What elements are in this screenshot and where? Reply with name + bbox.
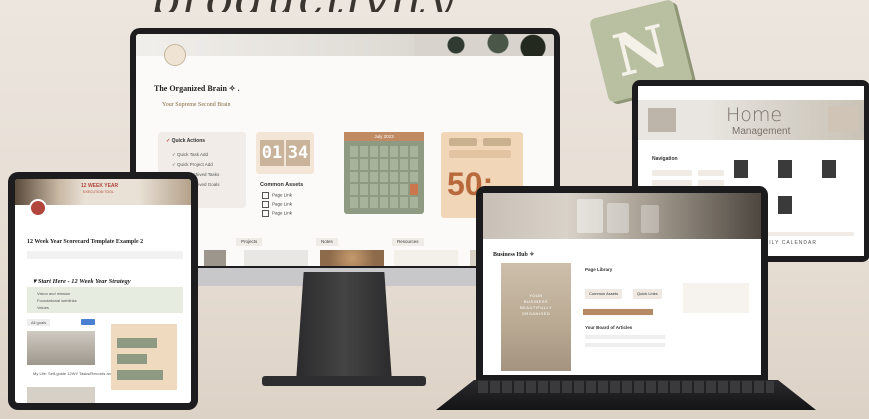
clock-minutes: 34	[286, 140, 310, 166]
glass-image	[641, 205, 659, 233]
laptop: Business Hub ✧ YOUR BUSINESS BEAUTIFULLY…	[476, 186, 768, 382]
page-title: The Organized Brain ✧ .	[154, 84, 240, 93]
laptop-keyboard	[478, 381, 774, 393]
headline-text: productivity	[150, 0, 456, 12]
calendar-month: July 2023	[344, 132, 424, 141]
asset-link[interactable]: Page Link	[262, 192, 292, 199]
clock-hours: 01	[260, 140, 284, 166]
asset-link[interactable]: Page Link	[262, 201, 292, 208]
poster-image: YOUR BUSINESS BEAUTIFULLY ORGANISED	[501, 263, 571, 371]
common-assets-heading: Common Assets	[260, 182, 304, 188]
clock-widget: 01 34	[256, 132, 314, 174]
page-title: Business Hub ✧	[493, 252, 535, 258]
monitor-stand-base	[262, 376, 426, 386]
filter-tag[interactable]: All goals	[27, 319, 51, 326]
banner-title: 12 WEEK YEAR	[81, 183, 119, 189]
quick-action-item[interactable]: ✓ Quick Task Add	[172, 152, 208, 158]
image-tile	[734, 160, 748, 178]
banner-photo	[828, 106, 858, 132]
laptop-screen: Business Hub ✧ YOUR BUSINESS BEAUTIFULLY…	[483, 193, 761, 375]
monitor-stand	[296, 272, 392, 382]
common-assets-button[interactable]: Common Assets	[585, 289, 623, 299]
section-heading: ▾ Start Here - 12 Week Year Strategy	[33, 278, 131, 285]
note-item[interactable]: Vision and mission	[37, 291, 70, 296]
nav-row[interactable]	[698, 170, 724, 176]
quick-action-item[interactable]: ✓ Quick Project Add	[172, 162, 213, 168]
new-button[interactable]	[81, 319, 95, 325]
page-icon	[29, 199, 47, 217]
glass-image	[607, 203, 629, 233]
article-row[interactable]	[585, 343, 665, 347]
image-tile	[778, 160, 792, 178]
photo-card[interactable]	[27, 331, 95, 365]
timer-bar	[449, 150, 511, 158]
quick-actions-heading: ✓ Quick Actions	[166, 138, 206, 144]
timer-button[interactable]	[483, 138, 511, 146]
page-subtitle: Your Supreme Second Brain	[162, 102, 231, 108]
banner-subtitle: EXECUTION TOOL	[83, 190, 114, 194]
articles-heading: Your Board of Articles	[585, 325, 633, 330]
timer-button[interactable]	[449, 138, 477, 146]
brain-icon	[164, 44, 186, 66]
calendar-grid	[350, 146, 418, 208]
library-label: Page Library	[585, 267, 613, 272]
calendar-widget: July 2023	[344, 132, 424, 214]
notes-callout: Vision and mission Foundational weblinks…	[27, 287, 183, 313]
home-title: Home	[726, 104, 783, 126]
article-row[interactable]	[585, 335, 665, 339]
banner-photo	[648, 108, 676, 132]
photo-card[interactable]	[27, 387, 95, 403]
properties-bar	[27, 251, 183, 259]
tab-projects[interactable]: Projects	[236, 238, 263, 246]
image-tile	[778, 196, 792, 214]
progress-chart	[111, 324, 177, 390]
page-title: 12 Week Year Scorecard Template Example …	[27, 239, 144, 245]
tab-notes[interactable]: Notes	[316, 238, 338, 246]
note-item[interactable]: Values	[37, 305, 49, 310]
pushpin-icon: ✓	[166, 138, 171, 144]
plant-banner-image	[414, 34, 554, 56]
left-tablet-screen: 12 WEEK YEAR EXECUTION TOOL 12 Week Year…	[15, 179, 191, 403]
home-subtitle: Management	[732, 126, 791, 137]
side-panel	[683, 283, 749, 313]
nav-row[interactable]	[652, 170, 692, 176]
left-tablet: 12 WEEK YEAR EXECUTION TOOL 12 Week Year…	[8, 172, 198, 410]
image-tile	[822, 160, 836, 178]
asset-link[interactable]: Page Link	[262, 210, 292, 217]
divider-bar	[583, 309, 653, 315]
navigation-label: Navigation	[652, 156, 678, 162]
quick-links-button[interactable]: Quick Links	[633, 289, 662, 299]
glass-image	[577, 199, 603, 233]
note-item[interactable]: Foundational weblinks	[37, 298, 77, 303]
tab-resources[interactable]: Resources	[392, 238, 424, 246]
